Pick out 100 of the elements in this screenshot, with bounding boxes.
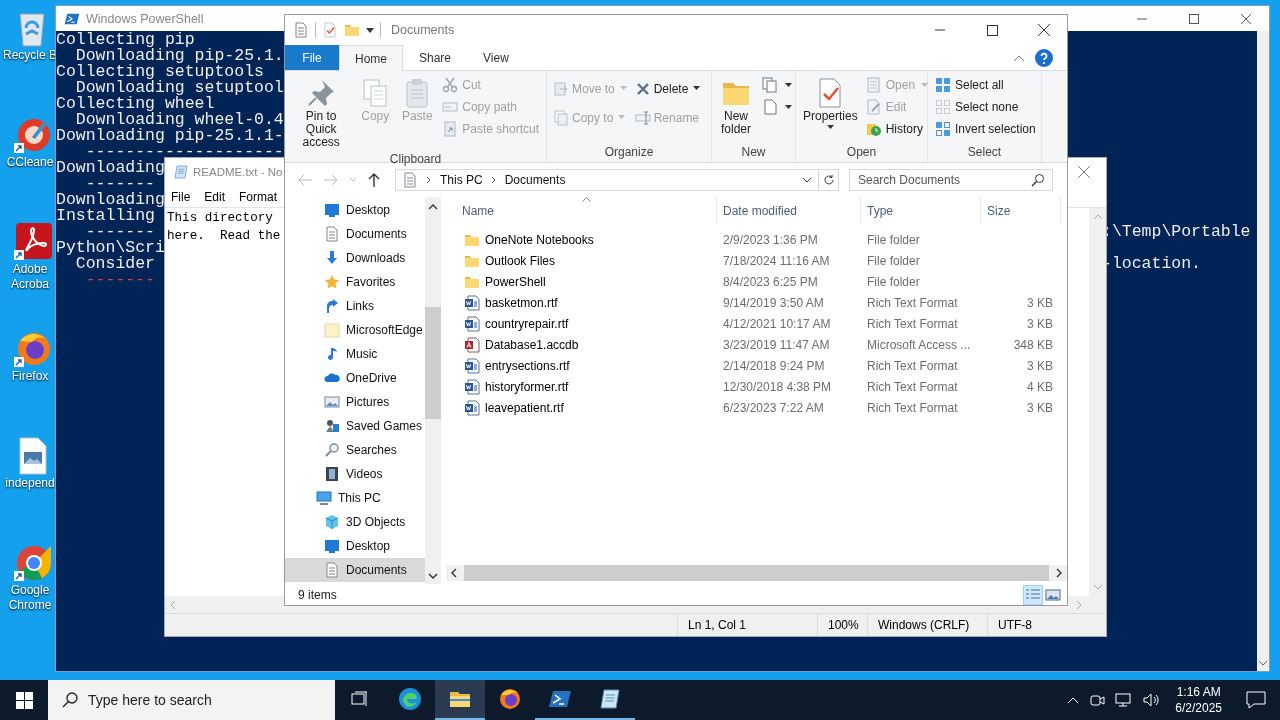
nav-item[interactable]: Music — [285, 342, 425, 366]
file-name[interactable]: Outlook Files — [485, 253, 556, 268]
nav-item[interactable]: This PC — [285, 486, 425, 510]
breadcrumb[interactable]: This PC — [440, 173, 483, 187]
nav-item[interactable]: Pictures — [285, 390, 425, 414]
caret-icon — [785, 104, 792, 110]
window-title: Documents — [391, 23, 455, 37]
word-document-icon — [464, 378, 480, 395]
table-cell-text: 9/14/2019 3:50 AM — [722, 295, 825, 310]
menu-item[interactable]: Edit — [204, 189, 226, 204]
volume-icon[interactable] — [1143, 692, 1162, 708]
ribbon-tab[interactable]: Home — [339, 45, 403, 71]
file-name[interactable]: historyformer.rtf — [485, 379, 569, 394]
ribbon-button[interactable]: Select none — [932, 96, 1039, 118]
console-line: Installing — [56, 208, 156, 224]
nav-item[interactable]: Desktop — [285, 534, 425, 558]
caret-icon — [785, 82, 792, 88]
console-line: Downloading — [56, 160, 165, 176]
select-all-icon — [935, 77, 951, 93]
ribbon-button[interactable]: Invert selection — [932, 118, 1039, 140]
console-line: :\Temp\Portable — [1102, 224, 1251, 240]
file-name[interactable]: leavepatient.rtf — [485, 400, 564, 415]
menu-item[interactable]: File — [171, 189, 191, 204]
nav-item[interactable]: Downloads — [285, 246, 425, 270]
ribbon-button[interactable]: Properties — [800, 74, 861, 132]
menu-item[interactable]: Format — [239, 189, 278, 204]
thumbnail-icon — [1045, 587, 1061, 602]
edge-browser-icon — [398, 687, 422, 711]
file-name[interactable]: PowerShell — [485, 274, 546, 289]
column-header[interactable]: Date modified — [717, 197, 861, 224]
table-cell-text: Rich Text Format — [866, 358, 959, 373]
network-icon[interactable] — [1115, 692, 1134, 708]
collapse-icon[interactable] — [1013, 53, 1025, 62]
properties-icon — [322, 22, 338, 38]
folder-icon — [344, 22, 360, 38]
download-icon — [324, 250, 340, 266]
address-bar[interactable]: This PC Documents — [395, 169, 819, 191]
search-field[interactable]: Search Documents — [849, 169, 1053, 191]
nav-item[interactable]: Saved Games — [285, 414, 425, 438]
nav-item[interactable]: MicrosoftEdge — [285, 318, 425, 342]
nav-item[interactable]: Searches — [285, 438, 425, 462]
ribbon-button[interactable]: New folder — [716, 74, 756, 138]
file-name[interactable]: countryrepair.rtf — [485, 316, 569, 331]
ribbon-button[interactable]: Delete — [632, 74, 703, 103]
icon-label: Google — [10, 583, 50, 598]
column-header[interactable]: Type — [861, 197, 981, 224]
table-cell-text: Rich Text Format — [866, 400, 959, 415]
taskbar-app[interactable] — [435, 680, 485, 720]
game-pieces-icon — [324, 418, 340, 434]
caret-icon — [619, 86, 627, 91]
breadcrumb[interactable]: Documents — [504, 173, 566, 187]
pdf-shortcut-icon — [12, 222, 52, 262]
invert-selection-icon — [935, 121, 951, 137]
file-name[interactable]: OneNote Notebooks — [485, 232, 594, 247]
console-line: Downloading wheel-0.4 — [75, 112, 284, 128]
notification-icon[interactable] — [1246, 691, 1266, 709]
close-icon — [1241, 13, 1251, 24]
clock-time[interactable]: 1:16 AM — [1176, 684, 1221, 700]
table-cell: 3 KB — [1027, 358, 1053, 373]
nav-item[interactable]: Documents — [285, 558, 425, 582]
file-name[interactable]: entrysections.rtf — [485, 358, 570, 373]
search-field[interactable]: Type here to search — [48, 680, 335, 720]
help-icon[interactable] — [1035, 48, 1053, 67]
access-file-icon — [464, 336, 480, 353]
nav-item[interactable]: Videos — [285, 462, 425, 486]
ribbon-tab[interactable]: Share — [403, 45, 468, 70]
window-title: Windows PowerShell — [86, 11, 204, 26]
nav-item[interactable]: Documents — [285, 222, 425, 246]
file-name[interactable]: basketmon.rtf — [485, 295, 558, 310]
nav-item[interactable]: Links — [285, 294, 425, 318]
nav-item[interactable]: Desktop — [285, 198, 425, 222]
clock-date[interactable]: 6/2/2025 — [1175, 700, 1222, 716]
file-name[interactable]: Database1.accdb — [485, 337, 579, 352]
ribbon-button[interactable]: Select all — [932, 74, 1039, 96]
scrollbar[interactable] — [1089, 208, 1106, 596]
ribbon-tab[interactable]: View — [467, 45, 525, 70]
ribbon-tab[interactable]: File — [285, 45, 339, 70]
nav-item[interactable]: 3D Objects — [285, 510, 425, 534]
camera-icon[interactable] — [1089, 692, 1106, 708]
nav-item[interactable]: Favorites — [285, 270, 425, 294]
document-icon — [324, 562, 340, 578]
chevron-icon — [426, 176, 432, 184]
scrollbar[interactable] — [1257, 31, 1269, 671]
scrollbar[interactable] — [446, 565, 1067, 581]
ribbon-button[interactable]: History — [862, 118, 932, 140]
up-arrow-icon[interactable] — [367, 172, 381, 188]
column-header[interactable]: Size — [981, 197, 1061, 224]
notepad-icon — [598, 687, 622, 711]
chevron-up-icon[interactable] — [1067, 696, 1080, 704]
nav-item[interactable]: OneDrive — [285, 366, 425, 390]
document-icon — [324, 226, 340, 242]
scissors-icon — [442, 77, 459, 93]
column-header[interactable]: Name — [446, 197, 717, 224]
caret-icon[interactable] — [802, 176, 812, 184]
shortcut-icon — [442, 121, 459, 137]
table-cell-text: 2/14/2018 9:24 PM — [722, 358, 826, 373]
details-view-button[interactable] — [1023, 584, 1043, 605]
refresh-button[interactable] — [819, 169, 839, 191]
ribbon-button[interactable]: Pin to Quick access — [289, 74, 354, 151]
scrollbar[interactable] — [425, 197, 441, 584]
